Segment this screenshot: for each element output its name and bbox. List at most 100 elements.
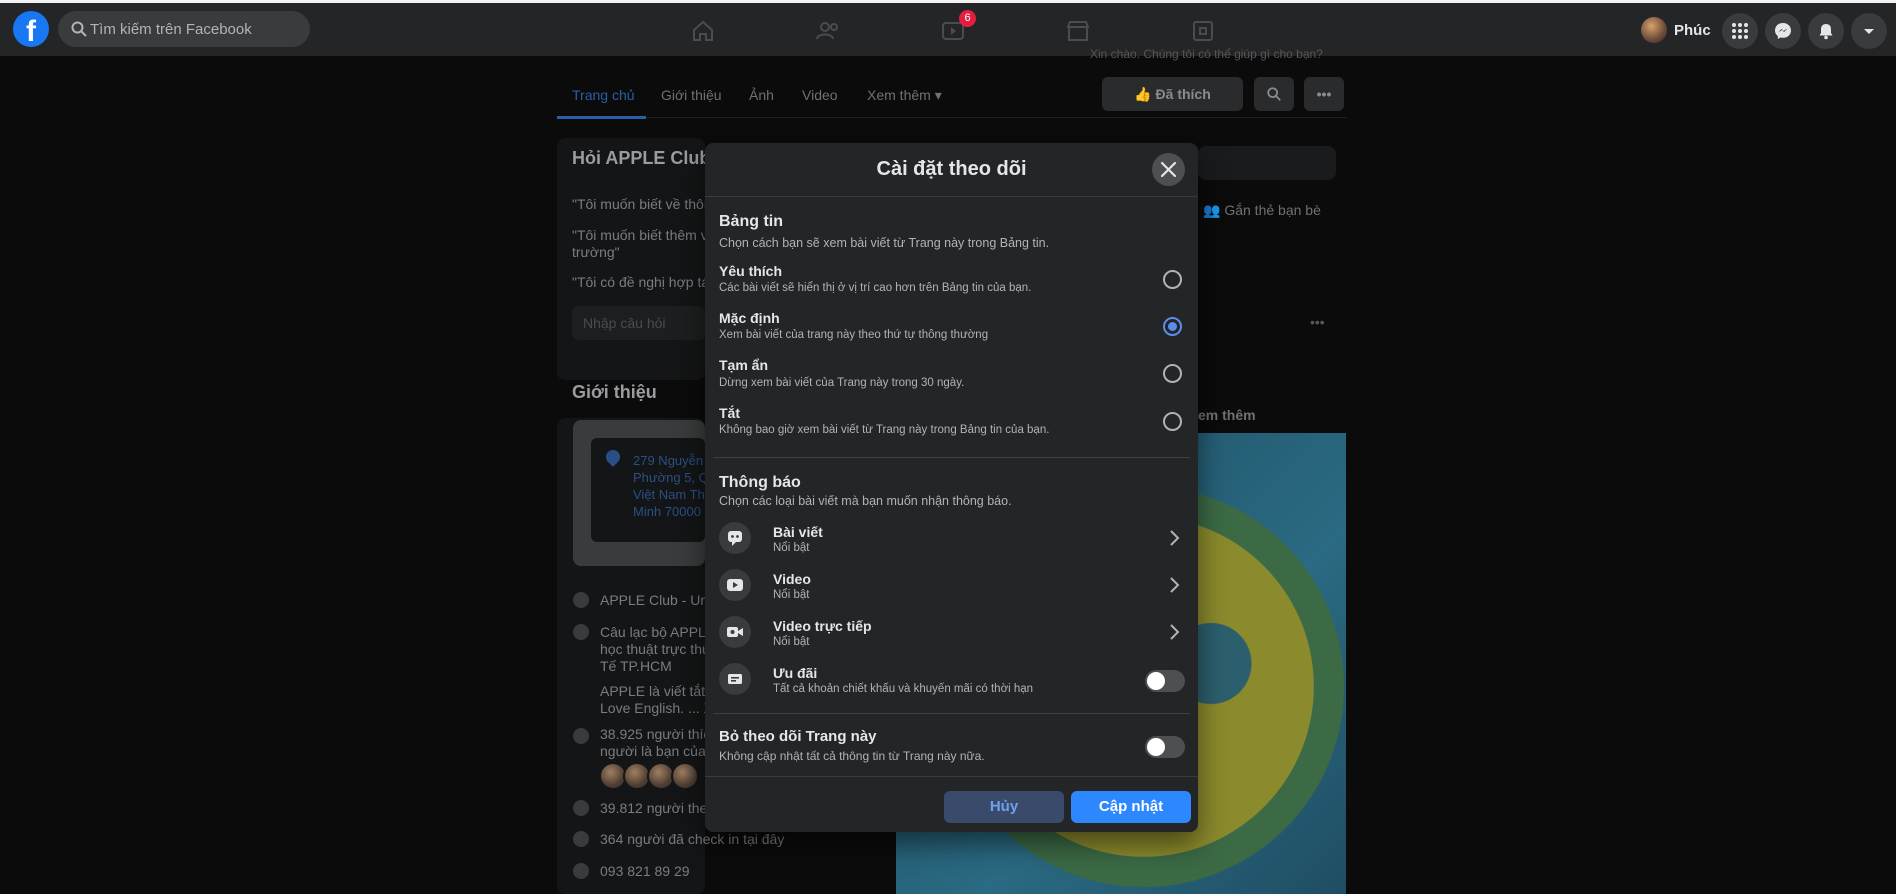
about-item: người là bạn của bbox=[600, 743, 706, 759]
ask-item[interactable]: "Tôi có đề nghị hợp tá bbox=[572, 274, 709, 290]
notify-label: Video bbox=[773, 571, 811, 587]
page-more-button[interactable]: ••• bbox=[1304, 77, 1344, 111]
page-search-button[interactable] bbox=[1254, 77, 1294, 111]
menu-button[interactable] bbox=[1722, 13, 1758, 49]
home-icon bbox=[693, 20, 713, 41]
tab-home[interactable]: Trang chủ bbox=[572, 87, 635, 103]
like-count-icon bbox=[573, 728, 589, 744]
account-button[interactable] bbox=[1851, 13, 1887, 49]
address-line[interactable]: Minh 70000 bbox=[633, 503, 701, 520]
off-radio[interactable] bbox=[1163, 412, 1182, 431]
divider bbox=[713, 457, 1190, 458]
newsfeed-section-title: Bảng tin bbox=[719, 213, 783, 230]
about-item: Tế TP.HCM bbox=[600, 658, 672, 674]
about-item[interactable]: 093 821 89 29 bbox=[600, 863, 690, 879]
gaming-icon bbox=[1193, 21, 1213, 41]
ask-item[interactable]: "Tôi muốn biết về thôn bbox=[572, 196, 712, 212]
tab-photos[interactable]: Ảnh bbox=[749, 87, 774, 103]
option-desc: Các bài viết sẽ hiển thị ở vị trí cao hơ… bbox=[719, 282, 1032, 294]
about-item: 364 người đã check in tại đây bbox=[600, 831, 785, 847]
address-line[interactable]: Phường 5, Q bbox=[633, 469, 709, 486]
option-desc: Xem bài viết của trang này theo thứ tự t… bbox=[719, 329, 989, 341]
about-item: học thuật trực thu bbox=[600, 641, 710, 657]
intro-title: Giới thiệu bbox=[572, 382, 657, 402]
about-item: 38.925 người thíc bbox=[600, 726, 711, 742]
video-icon bbox=[719, 569, 751, 601]
option-desc: Dừng xem bài viết của Trang này trong 30… bbox=[719, 377, 965, 389]
notify-label: Ưu đãi bbox=[773, 665, 818, 681]
more-dots-icon: ••• bbox=[1316, 86, 1332, 102]
friends-icon bbox=[816, 22, 838, 40]
gaming-nav-button[interactable] bbox=[1183, 13, 1223, 49]
liked-button[interactable]: 👍 Đã thích bbox=[1102, 77, 1243, 111]
marketplace-nav-button[interactable] bbox=[1058, 13, 1098, 49]
notifications-button[interactable] bbox=[1808, 13, 1844, 49]
option-label: Yêu thích bbox=[719, 263, 783, 279]
ask-title: Hỏi APPLE Club bbox=[572, 148, 711, 168]
facebook-logo[interactable]: f bbox=[13, 11, 49, 47]
about-item[interactable]: Love English. ... X bbox=[600, 700, 713, 716]
top-navigation-bar: f Tìm kiếm trên Facebook 6 Phúc bbox=[0, 0, 1896, 56]
offer-icon bbox=[719, 663, 751, 695]
cancel-button[interactable]: Hủy bbox=[944, 791, 1064, 823]
grid-menu-icon bbox=[1732, 23, 1748, 39]
about-item: APPLE Club - Univ bbox=[600, 592, 719, 608]
snooze-radio[interactable] bbox=[1163, 364, 1182, 383]
address-line[interactable]: 279 Nguyễn bbox=[633, 452, 703, 469]
friends-nav-button[interactable] bbox=[808, 13, 848, 49]
address-line[interactable]: Việt Nam Th bbox=[633, 486, 705, 503]
tag-friends-icon: 👥 bbox=[1203, 202, 1225, 218]
avatar bbox=[1641, 17, 1667, 43]
chevron-right-icon bbox=[1170, 624, 1180, 640]
info-icon bbox=[573, 592, 589, 608]
ask-item[interactable]: "Tôi muốn biết thêm v bbox=[572, 227, 708, 243]
ask-item[interactable]: trường" bbox=[572, 244, 620, 260]
update-button[interactable]: Cập nhật bbox=[1071, 791, 1191, 823]
notify-label: Bài viết bbox=[773, 524, 823, 540]
see-more-link[interactable]: em thêm bbox=[1198, 407, 1256, 423]
unfollow-toggle[interactable] bbox=[1145, 736, 1185, 758]
offers-toggle[interactable] bbox=[1145, 670, 1185, 692]
more-options-icon[interactable]: ••• bbox=[1310, 314, 1325, 330]
profile-name: Phúc bbox=[1674, 22, 1711, 39]
watch-nav-button[interactable]: 6 bbox=[933, 10, 976, 49]
home-nav-button[interactable] bbox=[683, 13, 723, 49]
default-radio[interactable] bbox=[1163, 317, 1182, 336]
offer-icon-glyph bbox=[728, 674, 742, 684]
notify-sub: Nổi bật bbox=[773, 542, 810, 554]
dialog-header: Cài đặt theo dõi bbox=[705, 143, 1198, 197]
search-icon bbox=[71, 21, 87, 37]
close-button[interactable] bbox=[1152, 153, 1185, 186]
map-thumbnail[interactable]: 279 Nguyễn Phường 5, Q Việt Nam Th Minh … bbox=[573, 420, 709, 566]
notify-sub: Nổi bật bbox=[773, 636, 810, 648]
tab-more[interactable]: Xem thêm ▾ bbox=[867, 87, 942, 104]
toggle-knob bbox=[1147, 672, 1165, 690]
messenger-icon bbox=[1775, 23, 1791, 39]
notify-sub: Tất cả khoản chiết khấu và khuyến mãi có… bbox=[773, 683, 1034, 695]
phone-icon bbox=[573, 863, 589, 879]
messenger-button[interactable] bbox=[1765, 13, 1801, 49]
dialog-footer: Hủy Cập nhật bbox=[705, 776, 1198, 832]
favorites-radio[interactable] bbox=[1163, 270, 1182, 289]
unfollow-title: Bỏ theo dõi Trang này bbox=[719, 728, 877, 745]
ask-input[interactable]: Nhập câu hỏi bbox=[572, 306, 705, 340]
active-tab-underline bbox=[557, 116, 646, 119]
liked-button-label: Đã thích bbox=[1155, 86, 1211, 102]
tag-friends-button[interactable]: 👥 Gắn thẻ bạn bè bbox=[1203, 202, 1321, 219]
marketplace-icon bbox=[1066, 21, 1090, 41]
unfollow-desc: Không cập nhật tất cả thông tin từ Trang… bbox=[719, 749, 985, 763]
search-placeholder: Tìm kiếm trên Facebook bbox=[90, 21, 252, 38]
search-input[interactable]: Tìm kiếm trên Facebook bbox=[58, 11, 310, 47]
close-icon bbox=[1160, 161, 1177, 178]
notifications-section-desc: Chọn các loại bài viết mà bạn muốn nhận … bbox=[719, 494, 1012, 508]
tab-about[interactable]: Giới thiệu bbox=[661, 87, 722, 103]
tag-friends-label: Gắn thẻ bạn bè bbox=[1224, 202, 1321, 218]
right-input[interactable] bbox=[1198, 146, 1336, 180]
option-label: Mặc định bbox=[719, 310, 780, 326]
bell-icon bbox=[1819, 24, 1833, 40]
follower-icon bbox=[573, 800, 589, 816]
tab-videos[interactable]: Video bbox=[802, 87, 838, 103]
newsfeed-section-desc: Chọn cách bạn sẽ xem bài viết từ Trang n… bbox=[719, 236, 1050, 250]
video-icon-glyph bbox=[727, 579, 743, 591]
avatar[interactable] bbox=[671, 762, 699, 790]
